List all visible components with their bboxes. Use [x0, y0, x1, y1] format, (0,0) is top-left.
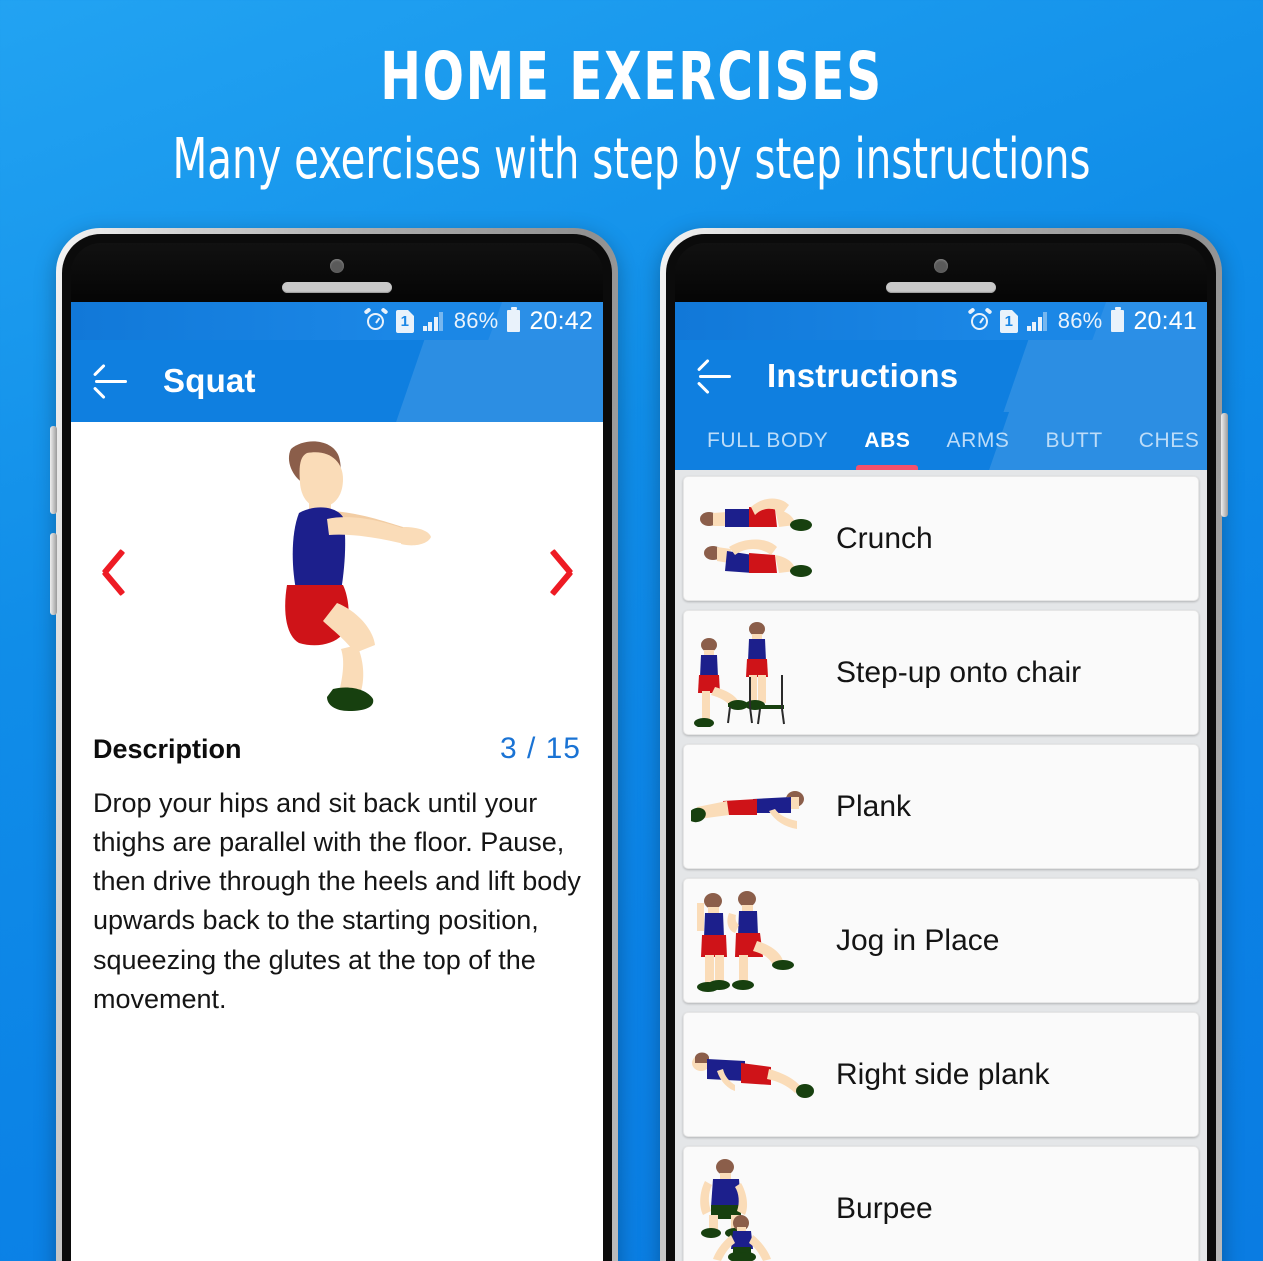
category-tab-bar: FULL BODY ABS ARMS BUTT CHES [675, 412, 1207, 470]
back-arrow-icon[interactable] [92, 363, 129, 400]
volume-up-button[interactable] [50, 426, 57, 514]
description-header: Description 3 / 15 [71, 732, 603, 766]
app-bar-right: Instructions [675, 340, 1207, 412]
squat-figure-illustration [285, 441, 431, 711]
screen-left: 1 86% 20:42 Squat Description 3 / 15 Dro… [71, 302, 603, 1261]
exercise-figure-area [71, 422, 603, 722]
tab-label: BUTT [1045, 429, 1103, 452]
phone-mockup-right: 1 86% 20:41 Instructions FULL BODY ABS A… [660, 228, 1228, 1261]
step-up-thumb [690, 617, 820, 729]
clock-label: 20:42 [529, 306, 593, 335]
sim-card-icon: 1 [999, 309, 1018, 333]
list-item[interactable]: Plank [683, 744, 1199, 869]
tab-full-body[interactable]: FULL BODY [689, 412, 846, 470]
clock-label: 20:41 [1133, 306, 1197, 335]
chevron-right-icon[interactable] [541, 543, 581, 601]
exercise-name: Burpee [836, 1191, 933, 1225]
page-subtitle: Many exercises with step by step instruc… [172, 127, 1091, 192]
signal-bars-icon [422, 311, 445, 331]
app-bar-title: Squat [163, 362, 256, 399]
page-title: HOME EXERCISES [380, 38, 883, 115]
tab-label: FULL BODY [707, 429, 829, 452]
app-bar-title: Instructions [767, 357, 959, 394]
step-counter: 3 / 15 [499, 732, 581, 765]
phone-top-bezel [71, 243, 603, 302]
screen-right: 1 86% 20:41 Instructions FULL BODY ABS A… [675, 302, 1207, 1261]
tab-abs[interactable]: ABS [846, 412, 928, 470]
promo-header: HOME EXERCISES Many exercises with step … [0, 0, 1263, 188]
exercise-list[interactable]: Crunch Step-up onto chair Plank Jog in P… [675, 470, 1207, 1261]
list-item[interactable]: Step-up onto chair [683, 610, 1199, 735]
plank-thumb [690, 751, 820, 863]
earpiece-speaker [282, 282, 392, 293]
status-bar-left: 1 86% 20:42 [71, 302, 603, 340]
tab-chest[interactable]: CHES [1121, 412, 1207, 470]
app-bar-left: Squat [71, 340, 603, 422]
list-item[interactable]: Jog in Place [683, 878, 1199, 1003]
battery-percent-label: 86% [1057, 308, 1103, 333]
side-plank-thumb [690, 1019, 820, 1131]
battery-icon [507, 307, 521, 332]
chevron-left-icon[interactable] [93, 543, 133, 601]
exercise-name: Jog in Place [836, 923, 1000, 957]
burpee-thumb [690, 1153, 820, 1261]
tab-arms[interactable]: ARMS [928, 412, 1027, 470]
phone-mockup-left: 1 86% 20:42 Squat Description 3 / 15 Dro… [50, 228, 618, 1261]
jog-thumb [690, 885, 820, 997]
battery-icon [1111, 307, 1125, 332]
exercise-name: Crunch [836, 521, 933, 555]
exercise-detail-view: Description 3 / 15 Drop your hips and si… [71, 422, 603, 1261]
tab-butt[interactable]: BUTT [1028, 412, 1121, 470]
exercise-name: Step-up onto chair [836, 655, 1082, 689]
exercise-name: Plank [836, 789, 912, 823]
volume-down-button[interactable] [50, 533, 57, 615]
battery-percent-label: 86% [453, 308, 499, 333]
tab-label: ABS [864, 429, 911, 452]
exercise-name: Right side plank [836, 1057, 1050, 1091]
sim-slot-label: 1 [1004, 312, 1013, 330]
status-bar-right: 1 86% 20:41 [675, 302, 1207, 340]
front-camera-icon [934, 259, 948, 273]
signal-bars-icon [1026, 311, 1049, 331]
list-item[interactable]: Crunch [683, 476, 1199, 601]
tab-label: ARMS [946, 429, 1010, 452]
crunch-thumb [690, 483, 820, 595]
back-arrow-icon[interactable] [696, 358, 733, 395]
sim-card-icon: 1 [395, 309, 414, 333]
earpiece-speaker [886, 282, 996, 293]
alarm-clock-icon [967, 307, 993, 332]
phone-top-bezel [675, 243, 1207, 302]
alarm-clock-icon [363, 307, 389, 332]
description-label: Description [93, 734, 242, 764]
power-button[interactable] [1221, 413, 1228, 517]
front-camera-icon [330, 259, 344, 273]
tab-label: CHES [1138, 429, 1200, 452]
list-item[interactable]: Right side plank [683, 1012, 1199, 1137]
sim-slot-label: 1 [400, 312, 409, 330]
list-item[interactable]: Burpee [683, 1146, 1199, 1261]
description-text: Drop your hips and sit back until your t… [93, 788, 581, 1014]
